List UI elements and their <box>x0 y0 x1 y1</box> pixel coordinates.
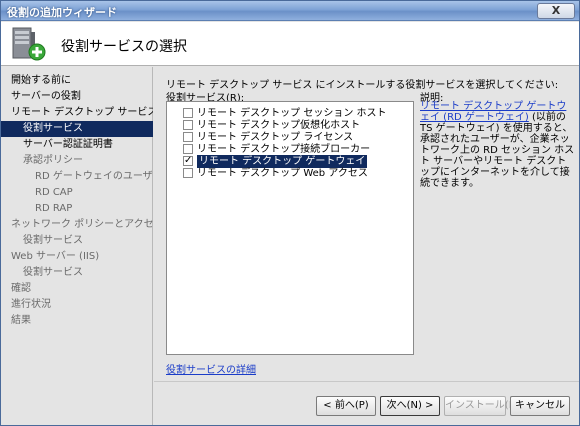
nav-item-confirmation[interactable]: 確認 <box>1 281 153 297</box>
window-title: 役割の追加ウィザード <box>7 6 117 19</box>
main-content: リモート デスクトップ サービス にインストールする役割サービスを選択してくださ… <box>154 67 579 380</box>
checkbox[interactable] <box>183 132 193 142</box>
checkbox[interactable] <box>183 144 193 154</box>
checkbox-checked[interactable]: ✓ <box>183 155 193 166</box>
nav-item-server-certificate[interactable]: サーバー認証証明書 <box>1 137 153 153</box>
title-bar: 役割の追加ウィザード X <box>1 1 579 21</box>
checkbox[interactable] <box>183 120 193 130</box>
wizard-window: 役割の追加ウィザード X 役割サービスの選択 開始する前に サーバーの役割 リモ… <box>0 0 580 426</box>
close-icon: X <box>551 4 561 17</box>
nav-item-npas-role-services[interactable]: 役割サービス <box>1 233 153 249</box>
nav-item-web-server-iis[interactable]: Web サーバー (IIS) <box>1 249 153 265</box>
cancel-button[interactable]: キャンセル <box>510 396 570 416</box>
checkbox[interactable] <box>183 108 193 118</box>
back-button[interactable]: < 前へ(P) <box>316 396 376 416</box>
role-services-details-link[interactable]: 役割サービスの詳細 <box>166 361 256 376</box>
next-button[interactable]: 次へ(N) > <box>380 396 440 416</box>
role-label: リモート デスクトップ Web アクセス <box>197 168 368 179</box>
check-mark-icon: ✓ <box>184 155 193 166</box>
page-title: 役割サービスの選択 <box>61 39 187 55</box>
nav-item-rd-rap[interactable]: RD RAP <box>1 201 153 217</box>
description-text: リモート デスクトップ ゲートウェイ (RD ゲートウェイ) (以前の TS ゲ… <box>420 101 576 189</box>
nav-item-remote-desktop-services[interactable]: リモート デスクトップ サービス <box>1 105 153 121</box>
nav-item-progress[interactable]: 進行状況 <box>1 297 153 313</box>
close-button[interactable]: X <box>537 3 575 19</box>
nav-item-rd-cap[interactable]: RD CAP <box>1 185 153 201</box>
nav-item-network-policy-access[interactable]: ネットワーク ポリシーとアクセス サービ... <box>1 217 153 233</box>
description-body: (以前の TS ゲートウェイ) を使用すると、承認されたユーザーが、企業ネットワ… <box>420 112 575 189</box>
button-bar: < 前へ(P) 次へ(N) > インストール(I) キャンセル <box>154 381 579 425</box>
nav-item-iis-role-services[interactable]: 役割サービス <box>1 265 153 281</box>
nav-item-results[interactable]: 結果 <box>1 313 153 329</box>
install-button[interactable]: インストール(I) <box>444 396 516 416</box>
role-services-list[interactable]: リモート デスクトップ セッション ホスト リモート デスクトップ仮想化ホスト … <box>166 101 414 355</box>
nav-item-rd-gateway-user-groups[interactable]: RD ゲートウェイのユーザー グ... <box>1 169 153 185</box>
nav-item-authorization-policy[interactable]: 承認ポリシー <box>1 153 153 169</box>
server-roles-icon <box>12 27 46 61</box>
nav-item-server-roles[interactable]: サーバーの役割 <box>1 89 153 105</box>
wizard-header: 役割サービスの選択 <box>1 22 579 66</box>
nav-item-role-services-active[interactable]: 役割サービス <box>1 121 153 137</box>
nav-item-before-you-begin[interactable]: 開始する前に <box>1 73 153 89</box>
role-item-web-access[interactable]: リモート デスクトップ Web アクセス <box>183 167 413 180</box>
wizard-nav: 開始する前に サーバーの役割 リモート デスクトップ サービス 役割サービス サ… <box>1 67 153 425</box>
checkbox[interactable] <box>183 168 193 178</box>
